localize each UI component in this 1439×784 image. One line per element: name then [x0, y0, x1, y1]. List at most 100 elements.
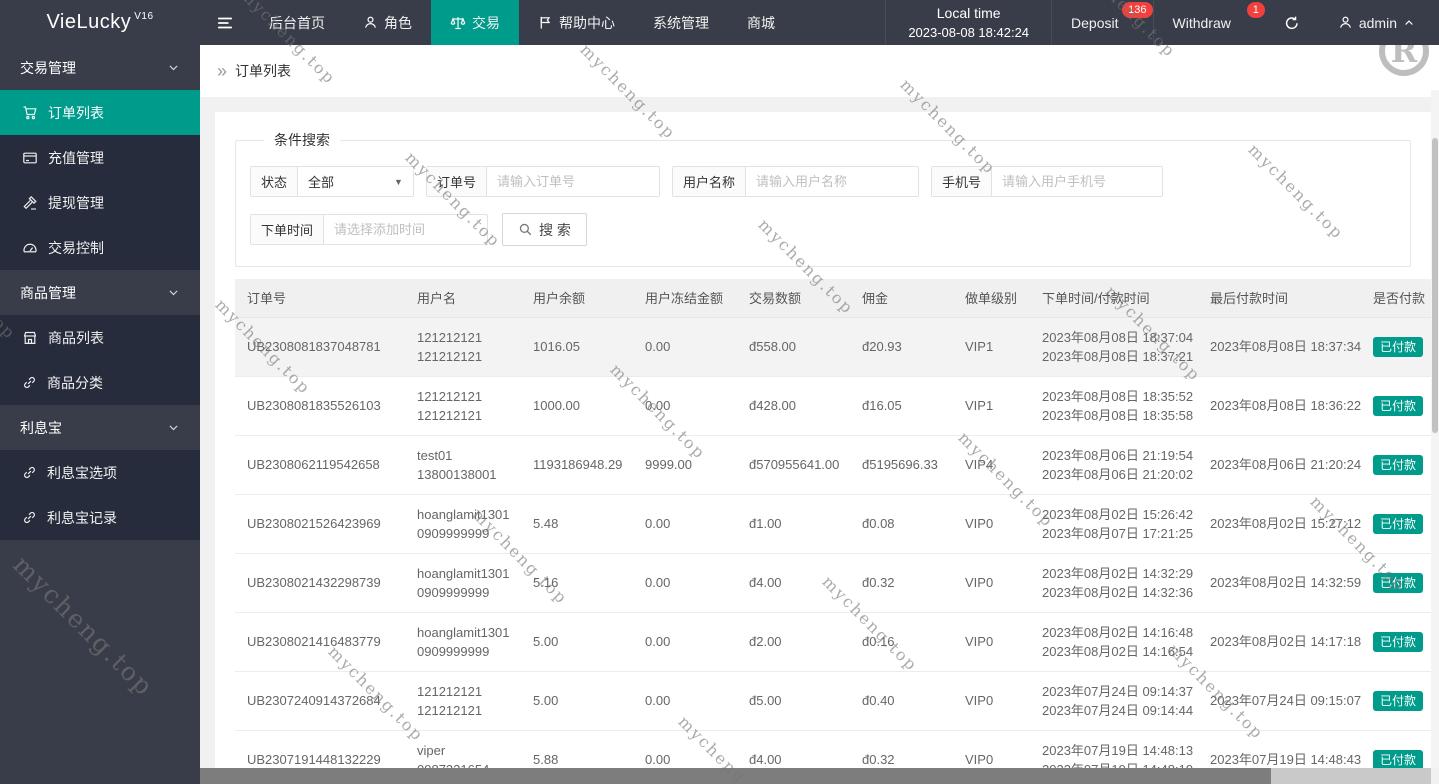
- table-row[interactable]: UB2308081835526103 121212121 121212121 1000…: [235, 376, 1431, 436]
- cell-frozen-amount: 0.00: [633, 317, 737, 377]
- user-menu[interactable]: admin: [1319, 0, 1439, 45]
- cell-user-balance: 5.16: [521, 553, 633, 613]
- local-time-value: 2023-08-08 18:42:24: [908, 24, 1030, 40]
- status-badge: 已付款: [1373, 336, 1424, 357]
- deposit-button[interactable]: Deposit 136: [1052, 0, 1154, 45]
- horizontal-scrollbar-thumb[interactable]: [200, 768, 1271, 784]
- nav-item-5[interactable]: 商城: [728, 0, 794, 45]
- horizontal-scrollbar[interactable]: [200, 768, 1431, 784]
- table-row[interactable]: UB2308021526423969 hoanglamit1301 09099999…: [235, 494, 1431, 554]
- cell-pay-status: 已付款: [1361, 317, 1431, 377]
- local-time-label: Local time: [936, 4, 1001, 21]
- withdraw-label: Withdraw: [1172, 14, 1231, 31]
- brand-logo[interactable]: VieLucky V16: [0, 0, 200, 45]
- cell-frozen-amount: 0.00: [633, 494, 737, 554]
- table-row[interactable]: UB2308021416483779 hoanglamit1301 09099999…: [235, 612, 1431, 672]
- orders-table: 订单号 用户名 用户余额 用户冻结金额 交易数额 佣金 做单级别 下单时间/付款时间 最后付款时…: [235, 279, 1431, 768]
- table-row[interactable]: UB2308021432298739 hoanglamit1301 09099999…: [235, 553, 1431, 613]
- user-name-input[interactable]: [745, 167, 918, 196]
- cell-order-pay-time: 2023年07月24日 09:14:37 2023年07月24日 09:14:44: [1030, 671, 1198, 731]
- cell-order-pay-time: 2023年08月06日 21:19:54 2023年08月06日 21:20:02: [1030, 435, 1198, 495]
- sidebar-group-1[interactable]: 商品管理: [0, 270, 200, 315]
- status-badge: 已付款: [1373, 395, 1424, 416]
- cell-commission: đ0.32: [850, 730, 953, 768]
- order-time-input[interactable]: [324, 215, 488, 244]
- person-icon: [363, 15, 378, 30]
- scrollbar-corner: [1431, 768, 1439, 784]
- sidebar-item-商品列表[interactable]: 商品列表: [0, 315, 200, 360]
- local-time: Local time 2023-08-08 18:42:24: [885, 0, 1053, 45]
- vertical-scrollbar[interactable]: [1431, 90, 1439, 768]
- cell-vip-level: VIP4: [953, 435, 1030, 495]
- main-content: » 订单列表 条件搜索 状态 全部 ▼ 订单号 请输入订单号 用户名称 请输入用…: [200, 45, 1439, 784]
- sidebar-item-利息宝记录[interactable]: 利息宝记录: [0, 495, 200, 540]
- sidebar-item-label: 利息宝选项: [47, 464, 117, 481]
- sidebar-item-订单列表[interactable]: 订单列表: [0, 90, 200, 135]
- sidebar-item-label: 充值管理: [48, 149, 104, 166]
- table-row[interactable]: UB2308062119542658 test01 13800138001 11931…: [235, 435, 1431, 495]
- sidebar-item-充值管理[interactable]: 充值管理: [0, 135, 200, 180]
- sidebar-item-交易控制[interactable]: 交易控制: [0, 225, 200, 270]
- refresh-button[interactable]: [1265, 0, 1319, 45]
- nav-item-2[interactable]: 交易: [431, 0, 519, 45]
- withdraw-button[interactable]: Withdraw 1: [1154, 0, 1265, 45]
- cell-commission: đ0.40: [850, 671, 953, 731]
- status-badge: 已付款: [1373, 631, 1424, 652]
- phone-input[interactable]: [992, 167, 1162, 196]
- nav-item-label: 后台首页: [269, 14, 325, 31]
- cell-order-pay-time: 2023年07月19日 14:48:132023年07月19日 14:48:19: [1030, 730, 1198, 768]
- cell-last-pay-time: 2023年08月08日 18:36:22: [1198, 376, 1361, 436]
- cart-icon: [22, 105, 38, 121]
- search-fieldset: 条件搜索 状态 全部 ▼ 订单号 用户名称: [235, 130, 1411, 267]
- column-header: 做单级别: [953, 279, 1030, 318]
- cell-vip-level: VIP0: [953, 612, 1030, 672]
- search-button[interactable]: 搜 索: [502, 213, 587, 246]
- breadcrumb-arrows-icon: »: [217, 61, 228, 81]
- cell-pay-status: 已付款: [1361, 671, 1431, 731]
- column-header: 用户余额: [521, 279, 633, 318]
- cell-order-pay-time: 2023年08月02日 14:16:48 2023年08月02日 14:16:54: [1030, 612, 1198, 672]
- column-header: 用户名: [405, 279, 521, 318]
- cell-last-pay-time: 2023年08月02日 14:17:18: [1198, 612, 1361, 672]
- cell-commission: đ0.08: [850, 494, 953, 554]
- sidebar-item-label: 订单列表: [48, 104, 104, 121]
- deposit-badge: 136: [1122, 2, 1153, 18]
- sidebar-group-0[interactable]: 交易管理: [0, 45, 200, 90]
- link-icon: [22, 375, 37, 390]
- nav-item-label: 系统管理: [653, 14, 709, 31]
- order-no-input[interactable]: [486, 167, 659, 196]
- table-row[interactable]: UB2307240914372684 121212121 121212121 5.00…: [235, 671, 1431, 731]
- cell-trade-amount: đ1.00: [737, 494, 850, 554]
- vertical-scrollbar-thumb[interactable]: [1432, 138, 1438, 433]
- cell-last-pay-time: 2023年07月19日 14:48:43: [1198, 730, 1361, 768]
- cell-frozen-amount: 0.00: [633, 553, 737, 613]
- cell-order-no: UB2307191448132229: [235, 730, 405, 768]
- status-badge: 已付款: [1373, 572, 1424, 593]
- status-select[interactable]: 全部 ▼: [298, 167, 413, 196]
- sidebar-item-商品分类[interactable]: 商品分类: [0, 360, 200, 405]
- cell-user-balance: 1000.00: [521, 376, 633, 436]
- nav-item-3[interactable]: 帮助中心: [519, 0, 634, 45]
- menu-toggle-button[interactable]: [200, 0, 250, 45]
- search-legend: 条件搜索: [274, 132, 330, 148]
- table-row[interactable]: UB2308081837048781 121212121 121212121 1016…: [235, 317, 1431, 377]
- cell-pay-status: 已付款: [1361, 612, 1431, 672]
- nav-item-1[interactable]: 角色: [344, 0, 431, 45]
- hamburger-icon: [216, 14, 234, 32]
- column-header: 佣金: [850, 279, 953, 318]
- cell-order-pay-time: 2023年08月02日 14:32:29 2023年08月02日 14:32:36: [1030, 553, 1198, 613]
- time-filter-group: 下单时间: [250, 214, 489, 245]
- sidebar-group-label: 商品管理: [20, 284, 76, 301]
- sidebar-item-利息宝选项[interactable]: 利息宝选项: [0, 450, 200, 495]
- table-row[interactable]: UB2307191448132229viper09873216545.880.0…: [235, 730, 1431, 768]
- cell-vip-level: VIP1: [953, 317, 1030, 377]
- nav-item-label: 交易: [472, 14, 500, 31]
- sidebar-item-提现管理[interactable]: 提现管理: [0, 180, 200, 225]
- cell-user-name: 121212121 121212121: [405, 317, 521, 377]
- nav-item-4[interactable]: 系统管理: [634, 0, 728, 45]
- nav-item-0[interactable]: 后台首页: [250, 0, 344, 45]
- table-header-row: 订单号 用户名 用户余额 用户冻结金额 交易数额 佣金 做单级别 下单时间/付款时间 最后付款时…: [235, 279, 1431, 318]
- cell-commission: đ5195696.33: [850, 435, 953, 495]
- sidebar-group-2[interactable]: 利息宝: [0, 405, 200, 450]
- cell-order-no: UB2308021432298739: [235, 553, 405, 613]
